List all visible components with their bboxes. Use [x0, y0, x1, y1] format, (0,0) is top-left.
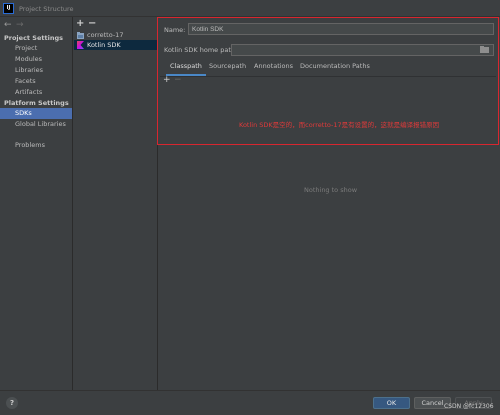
watermark-text: CSDN @fc12306	[444, 403, 494, 410]
sidebar-item-problems[interactable]: Problems	[0, 140, 72, 151]
sidebar-item-sdks[interactable]: SDKs	[0, 108, 72, 119]
title-bar: IJ Project Structure	[0, 0, 500, 17]
forward-arrow-icon[interactable]: →	[16, 20, 24, 30]
sidebar-item-global-libraries[interactable]: Global Libraries	[0, 119, 72, 130]
sdk-item-kotlin-sdk[interactable]: Kotlin SDK	[74, 40, 157, 50]
sidebar-item-project[interactable]: Project	[0, 43, 72, 54]
back-arrow-icon[interactable]: ←	[4, 20, 12, 30]
sidebar-item-facets[interactable]: Facets	[0, 76, 72, 87]
sdk-list-panel: + − corretto-17 Kotlin SDK	[73, 17, 158, 390]
intellij-logo-icon: IJ	[3, 3, 14, 14]
sidebar-item-modules[interactable]: Modules	[0, 54, 72, 65]
sdk-item-label: corretto-17	[87, 31, 124, 39]
settings-sidebar: ← → Project Settings Project Modules Lib…	[0, 17, 73, 415]
annotation-text: Kotlin SDK是空的，而corretto-17是有设置的，这就是编译报错原…	[239, 121, 440, 129]
remove-icon[interactable]: −	[88, 18, 96, 29]
ok-button[interactable]: OK	[373, 397, 410, 409]
project-settings-header: Project Settings	[4, 34, 63, 42]
sdk-item-corretto-17[interactable]: corretto-17	[74, 30, 157, 40]
sidebar-item-libraries[interactable]: Libraries	[0, 65, 72, 76]
jdk-folder-icon	[77, 32, 84, 39]
help-button[interactable]: ?	[6, 397, 18, 409]
platform-settings-header: Platform Settings	[4, 99, 69, 107]
empty-state-text: Nothing to show	[304, 186, 358, 194]
window-title: Project Structure	[19, 5, 74, 13]
kotlin-icon	[77, 41, 84, 49]
add-icon[interactable]: +	[76, 18, 84, 29]
sdk-item-label: Kotlin SDK	[87, 41, 121, 49]
sidebar-item-artifacts[interactable]: Artifacts	[0, 87, 72, 98]
